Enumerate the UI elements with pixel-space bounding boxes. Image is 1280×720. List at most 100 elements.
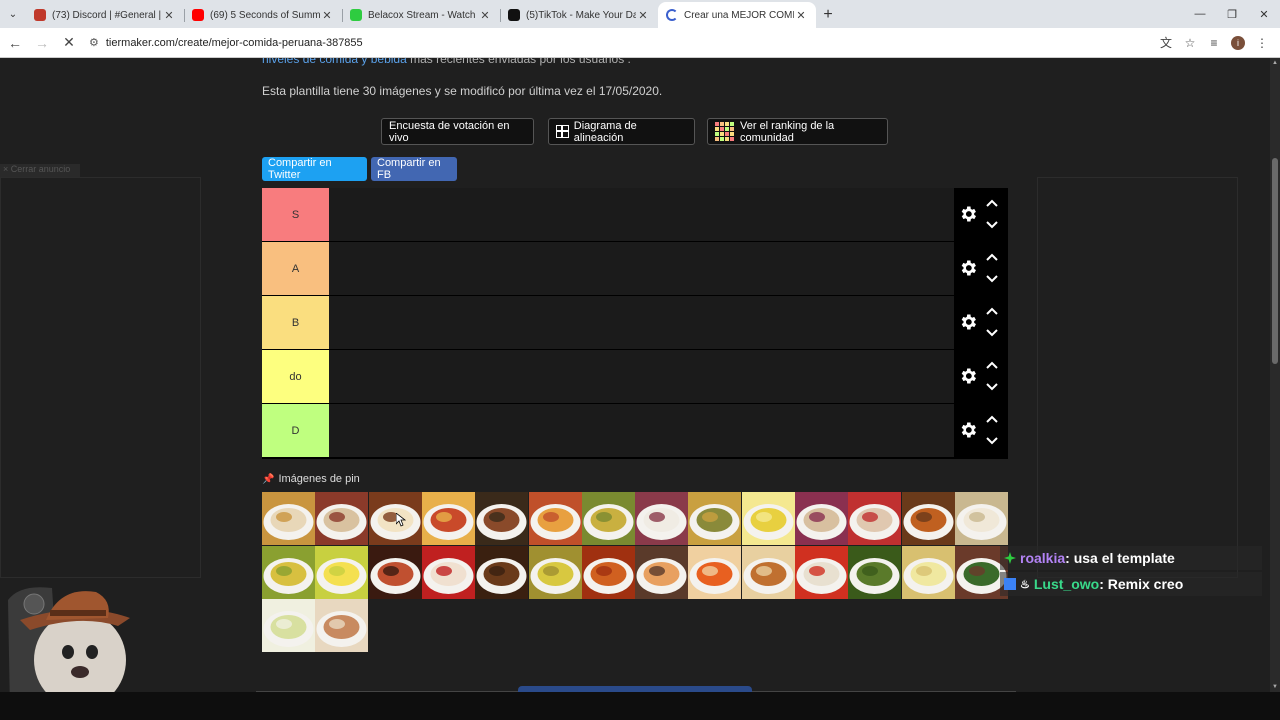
live-vote-button[interactable]: Encuesta de votación en vivo [381,118,534,145]
food-image[interactable] [262,492,315,545]
scroll-down-arrow-icon[interactable]: ▼ [1270,684,1280,690]
pin-images-label: Imágenes de pin [278,473,360,485]
tab-title: Belacox Stream - Watch Live on [368,9,478,21]
close-icon[interactable]: ✕ [320,9,334,22]
close-icon[interactable]: ✕ [478,9,492,22]
live-vote-label: Encuesta de votación en vivo [389,119,510,144]
tier-drop-zone[interactable] [329,296,954,349]
menu-dots-icon[interactable]: ⋮ [1250,36,1274,50]
food-image[interactable] [528,492,582,545]
community-ranking-button[interactable]: Ver el ranking de la comunidad [707,118,888,145]
chat-message: ♨ Lust_owo : Remix creo [1000,572,1262,596]
forward-arrow-icon[interactable]: → [30,31,54,55]
grid-icon [556,125,569,138]
tier-drop-zone[interactable] [329,404,954,457]
tier-drop-zone[interactable] [329,242,954,295]
tier-label[interactable]: D [262,404,329,457]
tier-controls [954,188,1008,241]
food-image[interactable] [581,545,635,599]
browser-tab-tiermaker[interactable]: Crear una MEJOR COMIDA PER ✕ [658,2,816,28]
browser-tab-kick[interactable]: Belacox Stream - Watch Live on ✕ [342,2,500,28]
move-up-chevron-icon[interactable] [986,415,998,423]
move-down-chevron-icon[interactable] [986,437,998,445]
sparkle-badge-icon [1004,552,1016,564]
food-image[interactable] [315,492,369,545]
food-image[interactable] [901,492,955,545]
close-icon[interactable]: ✕ [794,9,808,22]
move-down-chevron-icon[interactable] [986,221,998,229]
tier-drop-zone[interactable] [329,350,954,403]
food-image[interactable] [421,492,475,545]
address-bar[interactable]: ⚙ tiermaker.com/create/mejor-comida-peru… [81,31,1154,55]
bookmark-star-icon[interactable]: ☆ [1178,36,1202,50]
food-image[interactable] [635,492,689,545]
scroll-up-arrow-icon[interactable]: ▲ [1270,60,1280,66]
food-image[interactable] [848,492,902,545]
food-image[interactable] [421,545,475,599]
food-image[interactable] [315,545,369,599]
share-fb-button[interactable]: Compartir en FB [371,157,457,181]
food-image-pool [262,492,1008,653]
browser-tab-discord[interactable]: (73) Discord | #General | Chicla ✕ [26,2,184,28]
new-tab-plus-icon[interactable]: + [816,2,840,28]
food-image[interactable] [848,545,902,599]
move-up-chevron-icon[interactable] [986,307,998,315]
tier-label[interactable]: B [262,296,329,349]
food-image[interactable] [795,492,848,545]
tier-label[interactable]: S [262,188,329,241]
browser-tab-youtube[interactable]: (69) 5 Seconds of Summer - Yo ✕ [184,2,342,28]
move-up-chevron-icon[interactable] [986,253,998,261]
food-image[interactable] [262,599,315,652]
food-image[interactable] [475,545,529,599]
tier-label[interactable]: A [262,242,329,295]
chat-text: : Remix creo [1099,576,1184,592]
move-down-chevron-icon[interactable] [986,383,998,391]
food-image[interactable] [954,492,1008,545]
tier-drop-zone[interactable] [329,188,954,241]
food-drink-link[interactable]: niveles de comida y bebida [262,58,407,66]
share-twitter-button[interactable]: Compartir en Twitter [262,157,367,181]
food-image[interactable] [262,545,315,599]
close-window-icon[interactable]: ✕ [1248,0,1280,28]
restore-icon[interactable]: ❐ [1216,0,1248,28]
food-image[interactable] [315,599,369,652]
back-arrow-icon[interactable]: ← [3,31,27,55]
food-image[interactable] [528,545,582,599]
site-info-icon[interactable]: ⚙ [89,36,99,49]
discord-favicon-icon [34,9,46,21]
tiermaker-page: niveles de comida y bebida más recientes… [0,58,1270,720]
tier-label[interactable]: do [262,350,329,403]
profile-avatar[interactable]: i [1231,35,1245,50]
food-image[interactable] [368,545,422,599]
minimize-icon[interactable]: — [1184,0,1216,28]
tab-search-chevron-icon[interactable]: ⌄ [0,0,26,28]
move-down-chevron-icon[interactable] [986,275,998,283]
food-image[interactable] [581,492,635,545]
food-image[interactable] [688,545,742,599]
move-up-chevron-icon[interactable] [986,361,998,369]
food-image[interactable] [795,545,848,599]
browser-tab-tiktok[interactable]: (5)TikTok - Make Your Day ✕ [500,2,658,28]
close-icon[interactable]: ✕ [636,9,650,22]
chat-username: Lust_owo [1033,576,1100,592]
close-icon[interactable]: ✕ [162,9,176,22]
move-down-chevron-icon[interactable] [986,329,998,337]
food-image[interactable] [635,545,689,599]
alignment-chart-label: Diagrama de alineación [573,119,637,144]
mouse-cursor-icon [396,513,406,527]
stop-loading-icon[interactable]: ✕ [57,31,81,55]
food-image[interactable] [741,492,795,545]
window-controls: — ❐ ✕ [1184,0,1280,28]
move-up-chevron-icon[interactable] [986,199,998,207]
food-image[interactable] [688,492,742,545]
tier-controls [954,242,1008,295]
close-ad-button[interactable]: × Cerrar anuncio [0,164,80,177]
food-image[interactable] [901,545,955,599]
page-scrollbar[interactable]: ▲ ▼ [1270,58,1280,692]
scrollbar-thumb[interactable] [1272,158,1278,364]
alignment-chart-button[interactable]: Diagrama de alineación [548,118,695,145]
food-image[interactable] [475,492,529,545]
food-image[interactable] [741,545,795,599]
media-controls-icon[interactable]: ≡ [1202,36,1226,50]
translate-icon[interactable]: 文 [1154,34,1178,51]
